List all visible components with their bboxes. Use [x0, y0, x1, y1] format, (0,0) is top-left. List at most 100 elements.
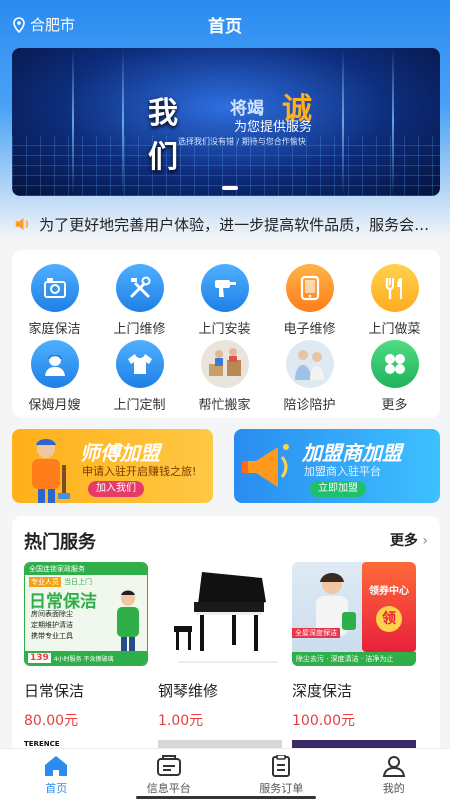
notice-text: 为了更好地完善用户体验，进一步提高软件品质，服务会不断升级优化 — [39, 215, 438, 234]
hot-card-piano-repair[interactable]: 钢琴维修 1.00元 — [158, 562, 282, 729]
coupon-center-badge[interactable]: 领券中心 领 — [362, 562, 416, 652]
image-footer: 除尘去污 · 深度清洁 · 洁净为止 — [292, 652, 416, 666]
page-title: 首页 — [208, 17, 242, 37]
promo-title: 加盟商加盟 — [302, 441, 402, 465]
banner[interactable]: 我们 将竭 诚 为您提供服务 选择我们没有错 / 期待与您合作愉快 — [12, 48, 440, 196]
tab-mine[interactable]: 我的 — [338, 749, 450, 800]
service-more[interactable]: 更多 — [352, 340, 437, 413]
tshirt-icon — [115, 340, 164, 388]
service-label: 陪诊陪护 — [283, 398, 336, 413]
escort-photo — [285, 340, 334, 388]
service-label: 上门定制 — [113, 398, 166, 413]
promo-partner-join[interactable]: 加盟商加盟 加盟商入驻平台 立即加盟 — [234, 429, 440, 503]
next-row-card[interactable]: TERENCE — [24, 740, 148, 748]
nanny-icon — [30, 340, 79, 388]
service-label: 电子维修 — [283, 322, 336, 337]
more-link[interactable]: 更多 › — [390, 530, 428, 550]
service-electronics[interactable]: 电子维修 — [267, 264, 352, 337]
service-price: 1.00元 — [158, 713, 204, 729]
service-name: 日常保洁 — [24, 682, 85, 700]
service-custom[interactable]: 上门定制 — [97, 340, 182, 413]
tab-service-orders[interactable]: 服务订单 — [225, 749, 338, 800]
speaker-icon — [15, 217, 28, 231]
join-now-button[interactable]: 立即加盟 — [310, 481, 366, 497]
service-escort[interactable]: 陪诊陪护 — [267, 340, 352, 413]
image-badge: 全屋深度保洁 — [292, 628, 340, 638]
deep-cleaning-image: 全屋深度保洁 除尘去污 · 深度清洁 · 洁净为止 领券中心 领 — [292, 562, 416, 666]
next-row-card[interactable] — [158, 740, 282, 748]
tab-home[interactable]: 首页 — [0, 749, 113, 800]
tab-info-platform[interactable]: 信息平台 — [113, 749, 226, 800]
service-name: 深度保洁 — [292, 682, 353, 700]
image-line: 携带专业工具 — [31, 632, 73, 640]
message-board-icon — [156, 755, 181, 776]
service-label: 保姆月嫂 — [28, 398, 81, 413]
cooking-icon — [370, 264, 419, 312]
service-grid: 家庭保洁 上门维修 上门安装 电子维修 上门做菜 保姆月嫂 上门定制 帮忙搬家 … — [12, 250, 440, 418]
service-label: 上门维修 — [113, 322, 166, 337]
service-install[interactable]: 上门安装 — [182, 264, 267, 337]
user-icon — [382, 756, 405, 777]
promo-subtitle: 申请入驻开启赚钱之旅! — [82, 465, 197, 478]
hot-card-daily-cleaning[interactable]: 全国连锁家政服务 专业人员 当日上门 日常保洁 房间表面除尘 定期维护清洁 携带… — [24, 562, 148, 729]
header: 合肥市 首页 — [0, 0, 450, 46]
service-label: 家庭保洁 — [28, 322, 81, 337]
house-cleaning-icon — [30, 264, 79, 312]
notice-bar[interactable]: 为了更好地完善用户体验，进一步提高软件品质，服务会不断升级优化 — [14, 212, 438, 236]
service-house-cleaning[interactable]: 家庭保洁 — [12, 264, 97, 337]
service-label: 上门做菜 — [368, 322, 421, 337]
next-row-card[interactable] — [292, 740, 416, 748]
megaphone-icon — [242, 444, 289, 487]
more-label: 更多 — [389, 533, 418, 549]
image-line: 定期维护清洁 — [31, 621, 73, 629]
tab-label: 服务订单 — [259, 782, 304, 795]
image-tag: 当日上门 — [64, 578, 92, 586]
coupon-title: 领券中心 — [369, 586, 409, 597]
home-indicator — [136, 796, 316, 799]
tablet-icon — [285, 264, 334, 312]
banner-tagline: 选择我们没有错 / 期待与您合作愉快 — [178, 137, 306, 146]
banner-subtitle: 为您提供服务 — [234, 120, 313, 135]
worker-illustration — [32, 439, 70, 503]
image-price: 139 — [28, 653, 51, 663]
service-label: 更多 — [381, 398, 408, 413]
bottom-tab-bar: 首页 信息平台 服务订单 我的 — [0, 748, 450, 800]
promo-title: 师傅加盟 — [80, 441, 160, 465]
service-name: 钢琴维修 — [158, 682, 219, 700]
piano-illustration — [174, 572, 278, 663]
image-badge: 全国连锁家政服务 — [25, 563, 147, 575]
service-cooking[interactable]: 上门做菜 — [352, 264, 437, 337]
service-label: 帮忙搬家 — [198, 398, 251, 413]
tab-label: 信息平台 — [146, 782, 191, 795]
tab-label: 我的 — [382, 782, 405, 795]
service-price: 100.00元 — [292, 713, 355, 729]
home-icon — [45, 756, 68, 776]
service-repair[interactable]: 上门维修 — [97, 264, 182, 337]
promo-master-join[interactable]: 师傅加盟 申请入驻开启赚钱之旅! 加入我们 — [12, 429, 213, 503]
hot-card-deep-cleaning[interactable]: 全屋深度保洁 除尘去污 · 深度清洁 · 洁净为止 领券中心 领 深度保洁 10… — [292, 562, 416, 729]
moving-photo — [200, 340, 249, 388]
drill-icon — [200, 264, 249, 312]
image-line: 房间表面除尘 — [31, 610, 73, 618]
image-tag: 专业人员 — [29, 577, 61, 587]
coupon-button[interactable]: 领 — [376, 606, 402, 632]
banner-headline: 我们 — [148, 96, 180, 175]
tab-label: 首页 — [45, 782, 68, 795]
service-price: 80.00元 — [24, 713, 79, 729]
more-grid-icon — [370, 340, 419, 388]
daily-cleaning-image: 全国连锁家政服务 专业人员 当日上门 日常保洁 房间表面除尘 定期维护清洁 携带… — [24, 562, 148, 666]
banner-indicator — [222, 186, 238, 190]
order-list-icon — [272, 755, 291, 777]
chevron-right-icon: › — [417, 533, 428, 549]
service-moving[interactable]: 帮忙搬家 — [182, 340, 267, 413]
service-label: 上门安装 — [198, 322, 251, 337]
piano-image — [158, 562, 282, 666]
section-title: 热门服务 — [24, 532, 96, 553]
image-footer: 4小时服务 不含擦玻璃 — [53, 655, 114, 663]
promo-subtitle: 加盟商入驻平台 — [304, 465, 381, 478]
join-us-button[interactable]: 加入我们 — [88, 481, 144, 497]
hot-services-section: 热门服务 更多 › 全国连锁家政服务 专业人员 当日上门 日常保洁 房间表面除尘… — [12, 516, 440, 748]
cleaner-illustration — [117, 590, 139, 651]
service-nanny[interactable]: 保姆月嫂 — [12, 340, 97, 413]
repair-tools-icon — [115, 264, 164, 312]
